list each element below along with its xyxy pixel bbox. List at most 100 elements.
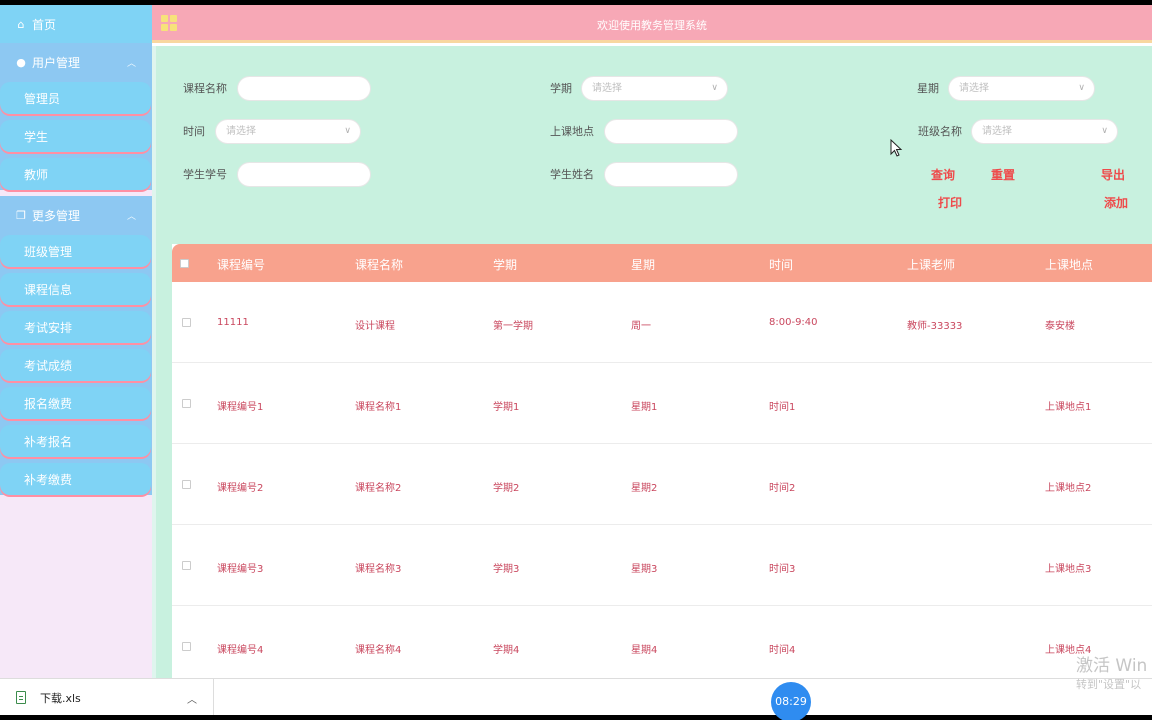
download-filename: 下载.xls [40,691,81,705]
student-no-input[interactable] [237,162,371,187]
row-checkbox[interactable] [182,399,191,408]
sidebar-item-admin[interactable]: 管理员 [0,82,151,114]
select-all-checkbox[interactable] [180,259,189,268]
table-row[interactable]: 课程编号3 课程名称3 学期3 星期3 时间3 上课地点3 [172,525,1152,606]
class-name-label: 班级名称 [918,125,962,138]
timer-badge: 08:29 [771,682,811,720]
sidebar-item-enroll-fee[interactable]: 报名缴费 [0,387,151,419]
sidebar-item-exam-score[interactable]: 考试成绩 [0,349,151,381]
table-header: 课程编号 课程名称 学期 星期 时间 上课老师 上课地点 [172,244,1152,282]
row-checkbox[interactable] [182,480,191,489]
column-header[interactable]: 课程名称 [355,256,403,273]
chevron-down-icon: ∨ [344,126,351,136]
table-row[interactable]: 课程编号1 课程名称1 学期1 星期1 时间1 上课地点1 [172,363,1152,444]
column-header[interactable]: 课程编号 [217,256,265,273]
sidebar-item-student[interactable]: 学生 [0,120,151,152]
sidebar-group-more[interactable]: ❐ 更多管理 ︿ [0,196,152,234]
column-header[interactable]: 时间 [769,256,793,273]
table-cell: 第一学期 [493,321,533,332]
column-header[interactable]: 上课老师 [907,256,955,273]
table-cell: 上课地点3 [1045,564,1092,575]
weekday-label: 星期 [917,82,939,95]
column-header[interactable]: 星期 [631,256,655,273]
print-button[interactable]: 打印 [938,194,962,211]
sidebar-item-makeup-fee[interactable]: 补考缴费 [0,463,151,495]
sidebar-item-label: 课程信息 [24,282,73,297]
sidebar-item-makeup-enroll[interactable]: 补考报名 [0,425,151,457]
table-cell: 11111 [217,317,249,328]
table-cell: 星期4 [631,645,658,656]
table-row[interactable]: 课程编号2 课程名称2 学期2 星期2 时间2 上课地点2 [172,444,1152,525]
table-row[interactable]: 11111 设计课程 第一学期 周一 8:00-9:40 教师-33333 泰安… [172,282,1152,363]
course-name-label: 课程名称 [183,82,227,95]
column-header[interactable]: 学期 [493,256,517,273]
sidebar-item-label: 教师 [24,167,49,182]
student-name-label: 学生姓名 [550,168,594,181]
table-cell: 星期2 [631,483,658,494]
table-cell: 星期3 [631,564,658,575]
sidebar-item-course[interactable]: 课程信息 [0,273,151,305]
weekday-select[interactable]: 请选择 ∨ [948,76,1095,101]
reset-button[interactable]: 重置 [991,166,1015,183]
sidebar-group-label: 用户管理 [32,55,81,70]
sidebar-item-home[interactable]: ⌂ 首页 [0,5,152,43]
sidebar-item-label: 补考报名 [24,434,73,449]
sidebar-item-label: 首页 [32,17,57,32]
download-item[interactable]: 下载.xls ︿ [0,679,214,715]
add-button[interactable]: 添加 [1104,194,1128,211]
chevron-up-icon: ︿ [126,212,136,222]
table-cell: 课程编号4 [217,645,264,656]
sidebar-item-label: 报名缴费 [24,396,73,411]
class-name-select[interactable]: 请选择 ∨ [971,119,1118,144]
select-placeholder: 请选择 [592,83,622,94]
student-name-input[interactable] [604,162,738,187]
table-cell: 时间4 [769,645,796,656]
table-cell: 课程编号1 [217,402,264,413]
chevron-up-icon[interactable]: ︿ [187,691,197,706]
sidebar-item-label: 班级管理 [24,244,73,259]
table-cell: 课程名称1 [355,402,402,413]
table-cell: 课程编号2 [217,483,264,494]
sidebar-group-user[interactable]: ● 用户管理 ︿ [0,43,152,81]
sidebar-item-exam-schedule[interactable]: 考试安排 [0,311,151,343]
table-cell: 时间3 [769,564,796,575]
row-checkbox[interactable] [182,318,191,327]
sidebar-item-teacher[interactable]: 教师 [0,158,151,190]
table-cell: 课程名称4 [355,645,402,656]
export-button[interactable]: 导出 [1101,166,1125,183]
sidebar-item-label: 考试成绩 [24,358,73,373]
table-cell: 课程编号3 [217,564,264,575]
excel-file-icon [16,691,26,704]
course-name-input[interactable] [237,76,371,101]
table-cell: 时间1 [769,402,796,413]
semester-select[interactable]: 请选择 ∨ [581,76,728,101]
column-header[interactable]: 上课地点 [1045,256,1093,273]
page-title: 欢迎使用教务管理系统 [597,19,707,32]
chevron-down-icon: ∨ [1078,83,1085,93]
location-input[interactable] [604,119,738,144]
download-bar: 下载.xls ︿ [0,678,1152,715]
table-cell: 泰安楼 [1045,321,1075,332]
table-cell: 学期3 [493,564,520,575]
user-icon: ● [16,55,26,69]
sidebar-group-label: 更多管理 [32,208,81,223]
table-row[interactable]: 课程编号4 课程名称4 学期4 星期4 时间4 上课地点4 [172,606,1152,687]
row-checkbox[interactable] [182,561,191,570]
table-cell: 课程名称2 [355,483,402,494]
time-select[interactable]: 请选择 ∨ [215,119,361,144]
home-icon: ⌂ [17,17,25,31]
table-cell: 时间2 [769,483,796,494]
activation-watermark: 激活 Win [1076,656,1148,676]
query-button[interactable]: 查询 [931,166,955,183]
main-content: 课程名称 学期 请选择 ∨ 星期 请选择 ∨ 时间 请选择 ∨ 上课地点 班级名… [152,46,1152,687]
sidebar-item-class[interactable]: 班级管理 [0,235,151,267]
app-window: ⌂ 首页 ● 用户管理 ︿ 管理员 学生 教师 ❐ 更多管理 ︿ 班级管理 课程… [0,5,1152,715]
semester-label: 学期 [550,82,572,95]
table-cell: 星期1 [631,402,658,413]
row-checkbox[interactable] [182,642,191,651]
time-label: 时间 [183,125,205,138]
location-label: 上课地点 [550,125,594,138]
table-cell: 学期2 [493,483,520,494]
table-cell: 8:00-9:40 [769,317,818,328]
chevron-up-icon: ︿ [126,59,136,69]
